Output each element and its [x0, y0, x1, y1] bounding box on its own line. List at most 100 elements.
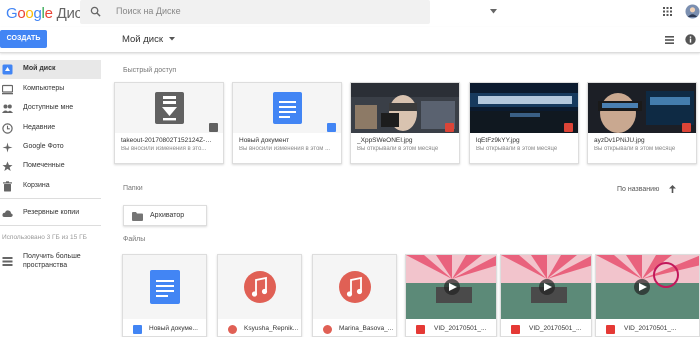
photo-thumbnail	[470, 83, 578, 133]
video-frame	[406, 255, 496, 319]
photos-icon	[2, 142, 13, 153]
top-bar: Google Диск Поиск на Диске	[0, 0, 700, 27]
sort-by-name-button[interactable]: По названию	[617, 185, 677, 193]
sidebar-item-my-drive[interactable]: Мой диск	[0, 60, 101, 79]
file-name: VID_20170501_...	[434, 325, 487, 332]
page-title: Мой диск	[122, 34, 164, 45]
quick-access-card[interactable]: ayzDv1PNiJU.jpg Вы открывали в этом меся…	[587, 82, 697, 164]
sidebar-item-label: Резервные копии	[23, 209, 80, 216]
sidebar: Мой диск Компьютеры Доступные мне Недавн…	[0, 56, 105, 337]
image-badge-icon	[564, 123, 573, 132]
card-title: takeout-20170802T152124Z-00...	[121, 137, 213, 144]
image-badge-icon	[682, 123, 691, 132]
card-title: Новый документ	[239, 137, 290, 144]
sidebar-item-label: Компьютеры	[23, 85, 65, 92]
search-input[interactable]: Поиск на Диске	[116, 6, 181, 16]
sidebar-item-starred[interactable]: Помеченные	[0, 157, 101, 176]
quick-access-card[interactable]: lqEtFz9kYY.jpg Вы открывали в этом месяц…	[469, 82, 579, 164]
clock-icon	[2, 123, 13, 134]
logo-letter: e	[44, 5, 53, 22]
star-icon	[2, 161, 13, 171]
sidebar-item-recent[interactable]: Недавние	[0, 119, 101, 138]
card-title: ayzDv1PNiJU.jpg	[594, 137, 645, 144]
file-name: Marina_Basova_...	[339, 325, 394, 332]
toolbar	[0, 27, 700, 53]
upgrade-storage-line-2: пространства	[23, 262, 68, 269]
list-view-icon[interactable]	[665, 36, 674, 44]
quick-access-card[interactable]: Новый документ Вы вносили изменения в эт…	[232, 82, 342, 164]
music-file-icon	[244, 271, 276, 303]
sidebar-item-trash[interactable]: Корзина	[0, 177, 101, 196]
archive-badge-icon	[209, 123, 218, 132]
file-thumbnail	[313, 255, 396, 319]
file-card[interactable]: Marina_Basova_...	[312, 254, 397, 337]
people-icon	[2, 104, 13, 113]
upgrade-storage-link[interactable]: Получить больше пространства	[0, 252, 101, 276]
drive-icon	[2, 64, 13, 75]
sidebar-item-photos[interactable]: Google Фото	[0, 138, 101, 157]
sidebar-item-computers[interactable]: Компьютеры	[0, 80, 101, 99]
quick-access-heading: Быстрый доступ	[123, 67, 177, 74]
video-type-icon	[606, 325, 615, 334]
file-card[interactable]: VID_20170501_...	[500, 254, 592, 337]
account-avatar-icon[interactable]	[685, 4, 700, 19]
apps-grid-icon[interactable]	[663, 7, 672, 16]
search-icon[interactable]	[90, 6, 101, 17]
file-thumbnail	[218, 255, 301, 319]
photo-image	[470, 83, 578, 133]
card-subtitle: Вы вносили изменения в это...	[121, 146, 207, 152]
folder-item[interactable]: Архиватор	[123, 205, 207, 226]
search-options-icon[interactable]	[490, 9, 497, 14]
create-button[interactable]: СОЗДАТЬ	[0, 30, 47, 48]
photo-image	[351, 83, 459, 133]
sidebar-item-label: Мой диск	[23, 65, 56, 72]
file-card[interactable]: VID_20170501_...	[595, 254, 700, 337]
chevron-down-icon	[168, 37, 175, 41]
quick-access-card[interactable]: _XppSWeONEI.jpg Вы открывали в этом меся…	[350, 82, 460, 164]
docs-type-icon	[133, 325, 142, 334]
trash-icon	[3, 181, 12, 192]
sidebar-item-backups[interactable]: Резервные копии	[0, 204, 101, 223]
file-card[interactable]: Новый докуме...	[122, 254, 207, 337]
sidebar-divider	[0, 225, 101, 226]
card-title: _XppSWeONEI.jpg	[357, 137, 413, 144]
file-name: VID_20170501_...	[529, 325, 582, 332]
photo-image	[588, 83, 696, 133]
sidebar-item-label: Google Фото	[23, 143, 64, 150]
video-thumbnail	[501, 255, 591, 319]
google-drive-logo[interactable]: Google Диск	[6, 5, 88, 22]
arrow-up-icon	[669, 185, 677, 193]
storage-usage-text: Использовано 3 ГБ из 15 ГБ	[2, 234, 87, 241]
card-subtitle: Вы открывали в этом месяце	[594, 146, 676, 152]
video-type-icon	[511, 325, 520, 334]
logo-letter: G	[6, 5, 18, 22]
computer-icon	[2, 84, 13, 95]
sidebar-item-label: Недавние	[23, 124, 56, 131]
card-title: lqEtFz9kYY.jpg	[476, 137, 520, 144]
folder-icon	[132, 212, 143, 221]
photo-thumbnail	[351, 83, 459, 133]
video-frame	[501, 255, 591, 319]
search-bar[interactable]: Поиск на Диске	[80, 0, 497, 24]
photo-thumbnail	[588, 83, 696, 133]
file-name: Новый докуме...	[149, 325, 198, 332]
docs-badge-icon	[327, 123, 336, 132]
sidebar-item-shared[interactable]: Доступные мне	[0, 99, 101, 118]
music-file-icon	[339, 271, 371, 303]
file-card[interactable]: VID_20170501_...	[405, 254, 497, 337]
logo-letter: g	[33, 5, 42, 22]
files-heading: Файлы	[123, 236, 146, 243]
quick-access-card[interactable]: takeout-20170802T152124Z-00... Вы вносил…	[114, 82, 224, 164]
folder-name: Архиватор	[150, 212, 185, 219]
storage-icon	[2, 257, 13, 266]
document-file-icon	[150, 270, 180, 304]
video-thumbnail	[596, 255, 699, 319]
info-icon[interactable]	[685, 34, 696, 45]
file-card[interactable]: Ksyusha_Repnik...	[217, 254, 302, 337]
audio-type-icon	[323, 325, 332, 334]
card-subtitle: Вы открывали в этом месяце	[476, 146, 558, 152]
audio-type-icon	[228, 325, 237, 334]
breadcrumb-my-drive[interactable]: Мой диск	[122, 34, 175, 45]
document-file-icon	[273, 92, 302, 124]
sidebar-item-label: Корзина	[23, 182, 50, 189]
